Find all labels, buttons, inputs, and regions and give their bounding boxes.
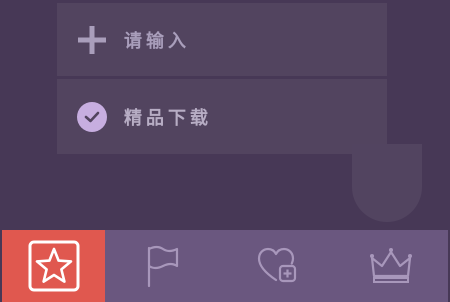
options-panel: 请输入 精品下载: [57, 0, 387, 154]
tab-vip[interactable]: [333, 230, 448, 302]
plus-icon[interactable]: [76, 24, 108, 56]
bottom-tab-bar: [2, 230, 448, 302]
list-item-label: 精品下载: [124, 107, 212, 129]
input-placeholder[interactable]: 请输入: [124, 27, 190, 53]
list-item-premium-download[interactable]: 精品下载: [57, 79, 387, 154]
floating-action-button[interactable]: [352, 144, 422, 222]
heart-plus-icon: [257, 247, 296, 283]
star-icon: [28, 240, 79, 292]
add-input-row[interactable]: 请输入: [57, 3, 387, 76]
tab-flag[interactable]: [105, 230, 220, 302]
crown-icon: [369, 248, 412, 283]
check-circle-icon[interactable]: [76, 101, 108, 133]
tab-star[interactable]: [2, 230, 105, 302]
tab-health[interactable]: [220, 230, 333, 302]
flag-icon: [147, 245, 178, 288]
